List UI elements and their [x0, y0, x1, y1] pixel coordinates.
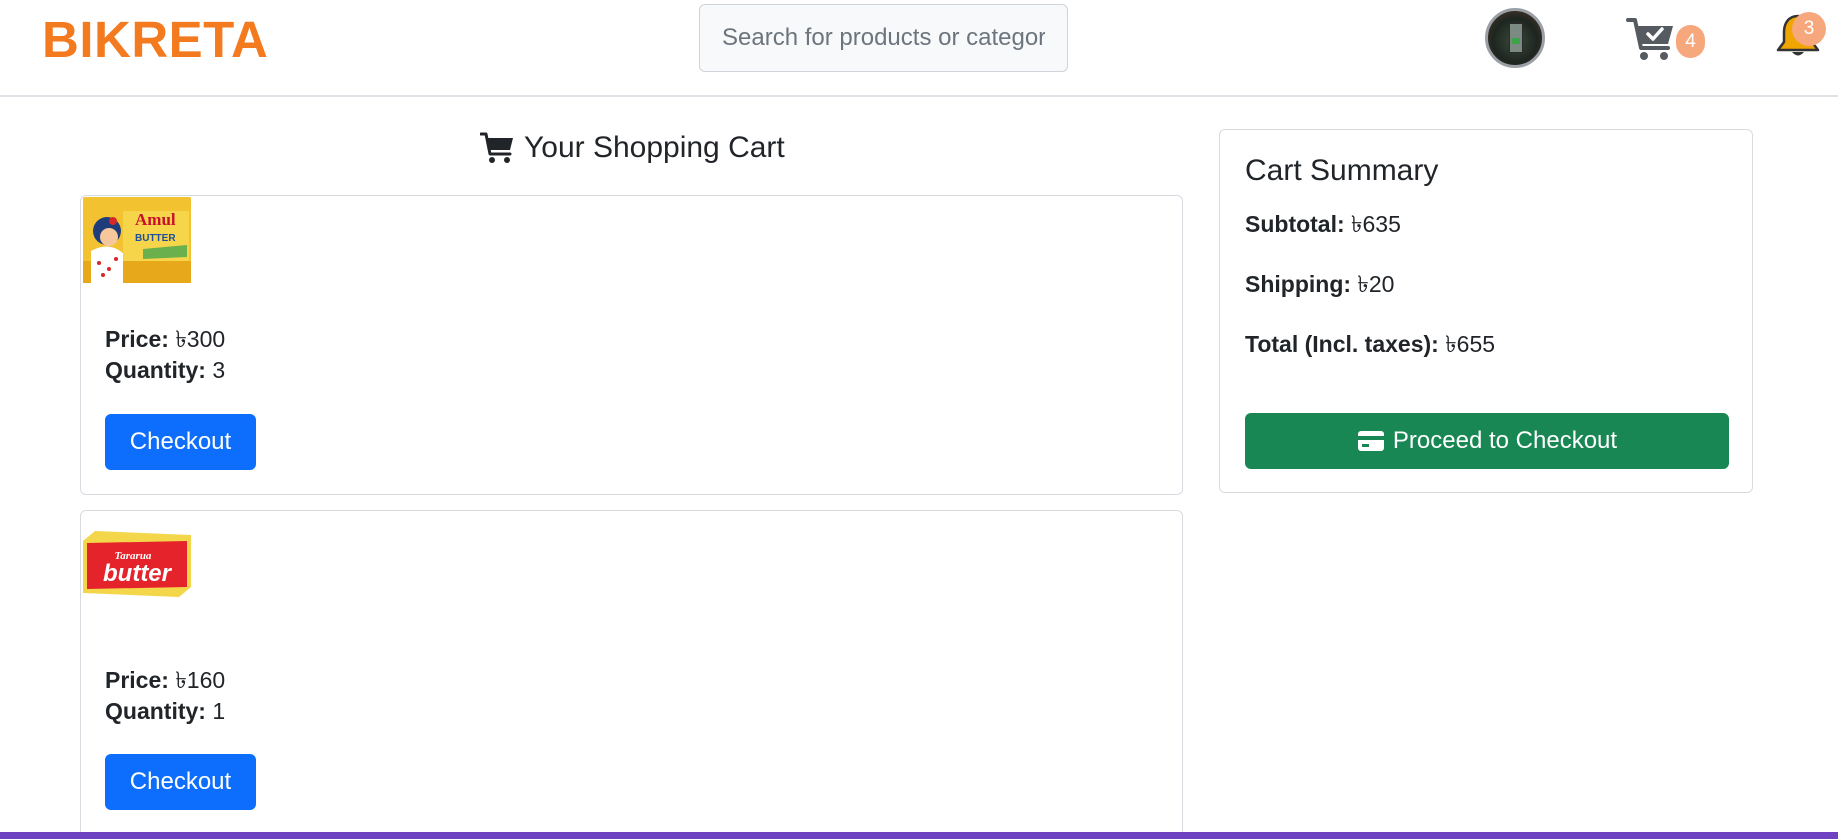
cart-item: Tararua butter Price: ৳160 Quantity: 1 C…	[80, 510, 1183, 839]
svg-text:Amul: Amul	[135, 210, 176, 229]
summary-shipping: Shipping: ৳20	[1245, 271, 1395, 297]
search-input[interactable]	[699, 4, 1068, 72]
summary-total: Total (Incl. taxes): ৳655	[1245, 331, 1496, 357]
amul-butter-product-image: Amul BUTTER	[83, 197, 191, 283]
cart-check-icon[interactable]	[1626, 14, 1676, 64]
cart-heading: Your Shopping Cart	[480, 128, 785, 168]
credit-card-icon	[1357, 431, 1384, 451]
item-price: Price: ৳300	[105, 326, 226, 352]
summary-title: Cart Summary	[1245, 154, 1439, 187]
top-navbar: BIKRETA 4 3	[0, 0, 1838, 97]
bottom-accent-bar	[0, 832, 1838, 839]
svg-text:butter: butter	[103, 560, 173, 587]
notification-count-badge: 3	[1792, 12, 1826, 46]
user-avatar[interactable]	[1485, 8, 1545, 68]
item-quantity: Quantity: 1	[105, 698, 226, 724]
cart-count-badge: 4	[1676, 25, 1705, 58]
summary-subtotal: Subtotal: ৳635	[1245, 211, 1401, 237]
checkout-button[interactable]: Checkout	[105, 754, 256, 810]
tararua-butter-product-image: Tararua butter	[83, 531, 191, 597]
item-price: Price: ৳160	[105, 667, 226, 693]
proceed-to-checkout-button[interactable]: Proceed to Checkout	[1245, 413, 1729, 469]
cart-title: Your Shopping Cart	[524, 131, 785, 164]
cart-item: Amul BUTTER Price: ৳300 Quantity: 3 Chec…	[80, 195, 1183, 495]
shopping-cart-icon	[480, 132, 513, 163]
cart-summary-card: Cart Summary Subtotal: ৳635 Shipping: ৳2…	[1219, 129, 1753, 493]
checkout-button[interactable]: Checkout	[105, 414, 256, 470]
svg-text:BUTTER: BUTTER	[135, 233, 176, 244]
item-quantity: Quantity: 3	[105, 357, 226, 383]
brand-logo[interactable]: BIKRETA	[42, 10, 268, 69]
